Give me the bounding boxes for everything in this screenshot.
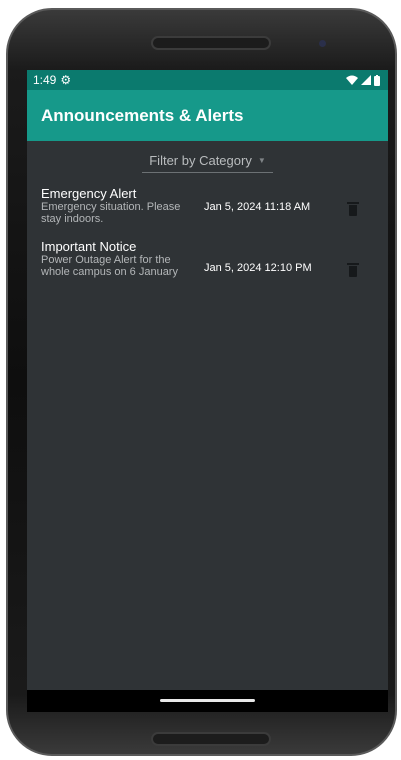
battery-icon: [374, 74, 380, 86]
front-camera: [319, 40, 326, 47]
signal-icon: [361, 75, 371, 85]
status-time: 1:49: [33, 73, 57, 87]
delete-icon[interactable]: [347, 263, 359, 277]
main-content: Filter by Category ▼ Emergency Alert Eme…: [27, 141, 388, 712]
page-title: Announcements & Alerts: [41, 105, 244, 125]
app-bar: Announcements & Alerts: [27, 90, 388, 141]
navigation-bar: [27, 690, 388, 712]
filter-label: Filter by Category: [149, 153, 252, 168]
wifi-icon: [346, 75, 358, 85]
announcement-description: Emergency situation. Please stay indoors…: [41, 201, 181, 225]
announcement-title: Important Notice: [41, 239, 137, 254]
announcement-description: Power Outage Alert for the whole campus …: [41, 254, 178, 278]
category-filter-dropdown[interactable]: Filter by Category ▼: [142, 153, 273, 173]
announcement-item[interactable]: Important Notice Power Outage Alert for …: [41, 239, 381, 278]
delete-icon[interactable]: [347, 202, 359, 216]
announcement-date: Jan 5, 2024 12:10 PM: [204, 262, 312, 274]
earpiece-speaker: [151, 36, 271, 50]
announcement-title: Emergency Alert: [41, 186, 137, 201]
settings-icon: ⚙: [60, 73, 72, 87]
dropdown-arrow-icon: ▼: [257, 156, 266, 165]
home-indicator[interactable]: [160, 699, 255, 702]
bottom-speaker: [151, 732, 271, 746]
announcement-item[interactable]: Emergency Alert Emergency situation. Ple…: [41, 186, 381, 225]
status-bar: 1:49 ⚙: [27, 70, 388, 90]
announcement-date: Jan 5, 2024 11:18 AM: [204, 201, 311, 213]
device-screen: 1:49 ⚙ Announcements & Alerts Filter by …: [27, 70, 388, 712]
